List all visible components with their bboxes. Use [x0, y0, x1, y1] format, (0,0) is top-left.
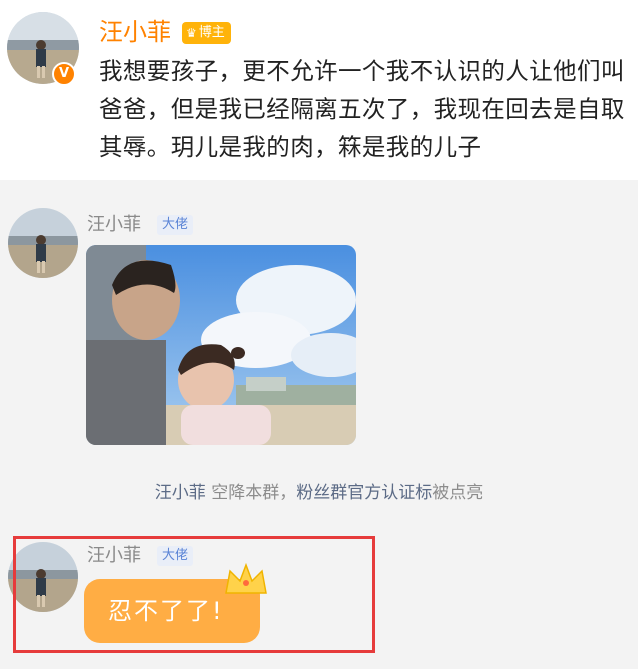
- post-text: 我想要孩子，更不允许一个我不认识的人让他们叫爸爸，但是我已经隔离五次了，我现在回…: [99, 57, 625, 161]
- photo-icon: [86, 245, 356, 445]
- chat-photo-message[interactable]: [86, 245, 356, 445]
- blogger-badge: ♛ 博主: [182, 22, 231, 44]
- notice-highlight-text[interactable]: 粉丝群官方认证标: [296, 483, 432, 503]
- weibo-post: V 汪小菲 ♛ 博主 我想要孩子，更不允许一个我不认识的人让他们叫爸爸，但是我已…: [0, 0, 638, 180]
- crown-icon: ♛: [186, 26, 197, 40]
- system-notice: 汪小菲 空降本群，粉丝群官方认证标被点亮: [0, 478, 638, 503]
- notice-text-end: 被点亮: [432, 483, 484, 503]
- highlight-frame: [13, 536, 375, 653]
- verified-badge-icon: V: [52, 62, 76, 86]
- chat-avatar[interactable]: [8, 208, 78, 278]
- notice-text: 空降本群，: [205, 483, 297, 503]
- role-badge: 大佬: [157, 215, 194, 235]
- chat-sender-name: 汪小菲: [87, 214, 141, 235]
- post-author-name[interactable]: 汪小菲: [99, 16, 171, 48]
- blogger-badge-label: 博主: [198, 25, 225, 40]
- notice-user-name[interactable]: 汪小菲: [155, 483, 206, 503]
